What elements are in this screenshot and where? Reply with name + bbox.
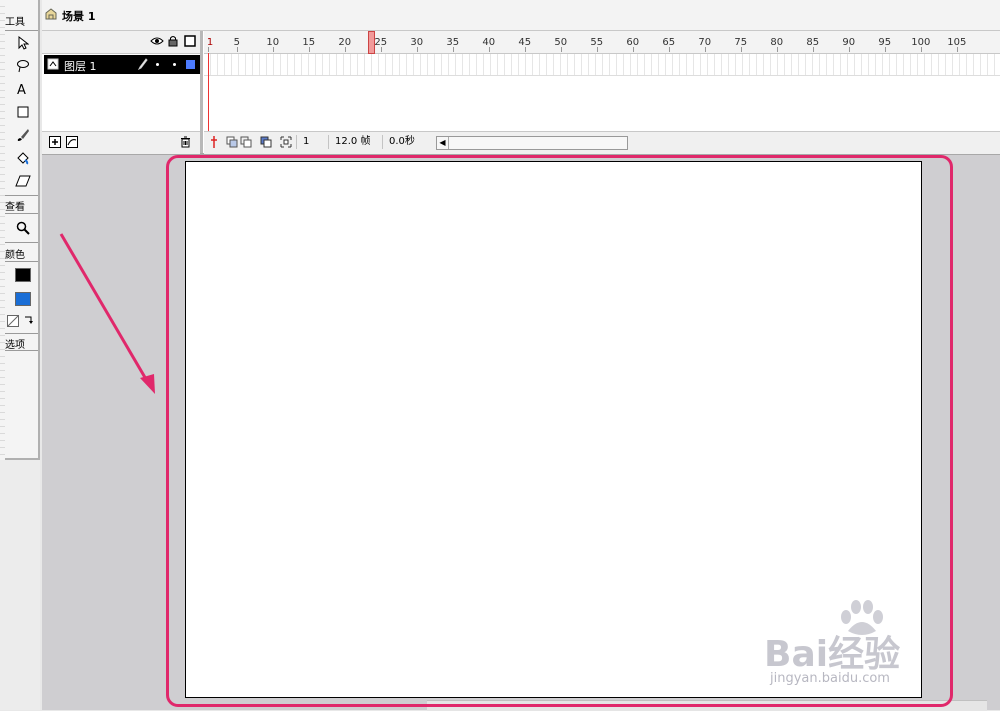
frame-tick [560,47,562,52]
frame-tick [632,47,634,52]
lock-icon[interactable] [168,35,178,50]
scene-icon [45,7,58,23]
frames-grid[interactable] [204,54,1000,76]
fill-color-box [15,292,31,306]
stage-area: Bai经验 jingyan.baidu.com [42,155,1000,711]
divider [5,195,38,196]
onion-skin-icon[interactable] [226,136,238,151]
layer-footer [42,131,200,154]
tools-section-label: 工具 [5,17,25,28]
view-section-label: 查看 [5,202,25,213]
frame-tick [524,47,526,52]
frame-tick [272,47,274,52]
watermark-text: Bai经验 [764,634,901,675]
frame-tick [848,47,850,52]
frame-tick [344,47,346,52]
arrow-tool-icon[interactable] [13,33,33,53]
layer-name[interactable]: 图层 1 [64,58,97,74]
pencil-icon [137,58,148,73]
frame-tick [704,47,706,52]
brush-tool-icon[interactable] [13,125,33,145]
divider [5,30,38,31]
timeline-divider[interactable] [200,31,203,153]
edit-multiple-frames-icon[interactable] [260,136,272,151]
eraser-icon[interactable] [13,171,33,191]
frame-ruler[interactable]: 1 5 10 15 20 25 30 35 40 45 50 55 60 65 70 75 80 85 90 95 10… [204,31,1000,54]
frame-status-bar: 1 12.0 帧 0.0秒 ◀ [204,131,1000,154]
stroke-color-swatch[interactable] [13,265,33,285]
layers-header [42,31,200,54]
add-guide-layer-icon[interactable] [66,136,78,151]
frame-tick [812,47,814,52]
rectangle-tool-icon[interactable] [13,102,33,122]
frame-tick [776,47,778,52]
fill-color-swatch[interactable] [13,289,33,309]
options-section-label: 选项 [5,340,25,351]
divider [5,350,38,351]
frame-tick [884,47,886,52]
onion-skin-outlines-icon[interactable] [240,136,252,151]
current-frame: 1 [296,135,327,149]
scene-title[interactable]: 场景 1 [62,8,95,24]
frame-tick [956,47,958,52]
timeline-panel: 图层 1 1 5 10 15 20 25 30 35 40 45 50 55 60 65 70 75 80 85 9… [42,31,1000,155]
modify-onion-markers-icon[interactable] [280,136,292,151]
frame-tick [920,47,922,52]
frame-tick [668,47,670,52]
layer-row[interactable]: 图层 1 [44,55,200,74]
playhead-line [208,53,209,131]
frame-tick [488,47,490,52]
divider [5,333,38,334]
outline-color-icon[interactable] [186,60,195,69]
text-tool-icon[interactable]: A [13,79,33,99]
frame-tick [308,47,310,52]
divider [5,213,38,214]
frame-tick [452,47,454,52]
divider [5,242,38,243]
visibility-dot-icon[interactable] [156,63,159,66]
scroll-left-icon[interactable]: ◀ [437,137,449,149]
scene-bar: 场景 1 [42,0,1000,31]
outline-icon[interactable] [184,35,196,50]
watermark: Bai经验 jingyan.baidu.com [764,599,994,699]
frame-tick [416,47,418,52]
divider [5,261,38,262]
lasso-tool-icon[interactable] [13,56,33,76]
delete-layer-icon[interactable] [180,136,191,151]
add-layer-icon[interactable] [49,136,61,151]
swap-colors-icon[interactable] [21,311,35,331]
watermark-url: jingyan.baidu.com [770,671,890,686]
frame-tick [380,47,382,52]
frame-tick [236,47,238,52]
no-color-icon[interactable] [6,311,20,331]
center-frame-icon[interactable] [210,136,218,151]
frame-tick [740,47,742,52]
lock-dot-icon[interactable] [173,63,176,66]
tools-panel: 工具 A 查看 颜色 选项 [0,0,40,710]
svg-text:A: A [17,83,26,96]
frame-rate: 12.0 帧 [328,135,381,149]
layer-type-icon [47,58,59,73]
zoom-tool-icon[interactable] [13,218,33,238]
eye-icon[interactable] [150,36,164,49]
elapsed-time: 0.0秒 [382,135,425,149]
stroke-color-box [15,268,31,282]
annotation-arrow-icon [59,233,155,394]
timeline-scrollbar[interactable]: ◀ [436,136,628,150]
frame-tick [208,47,209,52]
frame-tick [596,47,598,52]
colors-section-label: 颜色 [5,250,25,261]
paint-bucket-icon[interactable] [13,148,33,168]
